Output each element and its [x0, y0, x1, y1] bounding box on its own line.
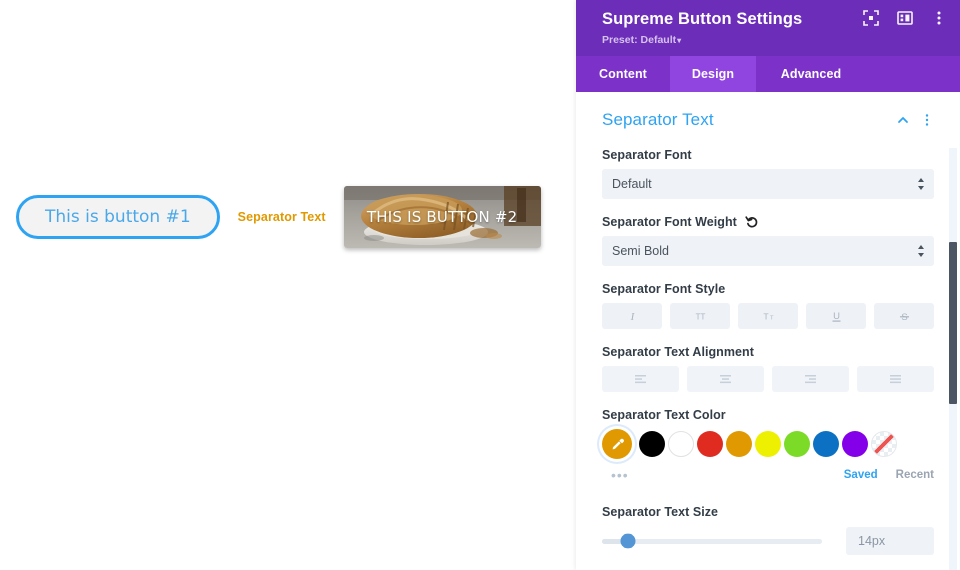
section-title: Separator Text	[602, 110, 714, 129]
separator-text-size-slider[interactable]	[602, 533, 822, 549]
italic-icon: I	[629, 311, 635, 323]
color-swatch-yellow[interactable]	[755, 431, 781, 457]
align-right-icon	[805, 375, 816, 384]
color-swatch-green[interactable]	[784, 431, 810, 457]
eyedropper-icon	[612, 438, 624, 449]
align-center-button[interactable]	[687, 366, 764, 392]
panel-scroll-content: Separator Text Separator Font Default Se…	[576, 92, 960, 555]
preview-button-two[interactable]: THIS IS BUTTON #2	[343, 186, 541, 248]
text-alignment-button-group	[602, 366, 934, 392]
panel-body: Separator Text Separator Font Default Se…	[576, 92, 960, 570]
select-arrows-icon	[918, 178, 924, 190]
field-separator-font-weight: Separator Font Weight Semi Bold	[602, 215, 934, 266]
separator-text-color-label: Separator Text Color	[602, 408, 726, 422]
separator-font-select[interactable]: Default	[602, 169, 934, 199]
separator-font-value: Default	[612, 177, 652, 191]
uppercase-button[interactable]: TT	[670, 303, 730, 329]
separator-text-size-control: 14px	[602, 527, 934, 555]
preview-button-one[interactable]: This is button #1	[16, 195, 220, 239]
settings-panel: Supreme Button Settings Preset: Default▾	[576, 0, 960, 570]
kebab-menu-icon[interactable]	[930, 9, 948, 27]
small-caps-icon: T T	[763, 311, 774, 321]
separator-font-weight-label: Separator Font Weight	[602, 215, 737, 229]
section-kebab-menu-icon[interactable]	[920, 113, 934, 127]
field-separator-font: Separator Font Default	[602, 148, 934, 199]
separator-text-alignment-label: Separator Text Alignment	[602, 345, 754, 359]
color-swatch-transparent[interactable]	[871, 431, 897, 457]
panel-tabs: Content Design Advanced	[576, 56, 960, 92]
panel-header: Supreme Button Settings Preset: Default▾	[576, 0, 960, 56]
page-canvas: This is button #1 Separator Text THIS IS…	[0, 0, 576, 570]
align-justify-button[interactable]	[857, 366, 934, 392]
color-swatch-black[interactable]	[639, 431, 665, 457]
layout-icon[interactable]	[896, 9, 914, 27]
reset-icon[interactable]	[745, 215, 759, 229]
section-header-separator-text: Separator Text	[602, 110, 934, 130]
underline-button[interactable]: U	[806, 303, 866, 329]
separator-text-size-label: Separator Text Size	[602, 505, 719, 519]
color-swatch-eyedropper[interactable]	[602, 429, 632, 459]
small-caps-button[interactable]: T T	[738, 303, 798, 329]
tab-advanced[interactable]: Advanced	[756, 56, 866, 92]
button-preview-row: This is button #1 Separator Text THIS IS…	[16, 186, 541, 248]
app-root: This is button #1 Separator Text THIS IS…	[0, 0, 960, 570]
tab-design[interactable]: Design	[670, 56, 756, 92]
italic-button[interactable]: I	[602, 303, 662, 329]
more-colors-button[interactable]: •••	[602, 468, 629, 482]
panel-scrollbar-thumb[interactable]	[949, 242, 957, 404]
panel-preset-label: Preset: Default	[602, 34, 677, 46]
svg-text:T: T	[770, 315, 774, 321]
align-left-button[interactable]	[602, 366, 679, 392]
strikethrough-icon: S	[899, 312, 909, 323]
color-swatch-white[interactable]	[668, 431, 694, 457]
preview-button-two-label: THIS IS BUTTON #2	[366, 208, 518, 226]
underline-icon: U	[832, 311, 840, 322]
color-swatch-purple[interactable]	[842, 431, 868, 457]
font-style-button-group: I TT T T U S	[602, 303, 934, 329]
preset-caret-icon: ▾	[677, 36, 682, 45]
focus-icon[interactable]	[862, 9, 880, 27]
separator-text-size-value[interactable]: 14px	[846, 527, 934, 555]
field-separator-font-style: Separator Font Style I TT T T U S	[602, 282, 934, 329]
field-separator-text-alignment: Separator Text Alignment	[602, 345, 934, 392]
field-separator-text-size: Separator Text Size 14px	[602, 505, 934, 555]
align-right-button[interactable]	[772, 366, 849, 392]
panel-header-icons	[862, 9, 948, 27]
recent-colors-tab[interactable]: Recent	[896, 469, 934, 481]
svg-text:U: U	[833, 311, 840, 322]
select-arrows-icon	[918, 245, 924, 257]
separator-font-weight-select[interactable]: Semi Bold	[602, 236, 934, 266]
align-center-icon	[720, 375, 731, 384]
separator-font-style-label: Separator Font Style	[602, 282, 726, 296]
panel-preset[interactable]: Preset: Default▾	[602, 32, 944, 49]
field-separator-text-color: Separator Text Color ••• Saved Recent	[602, 408, 934, 483]
separator-font-weight-value: Semi Bold	[612, 244, 669, 258]
separator-font-label: Separator Font	[602, 148, 692, 162]
svg-text:I: I	[629, 311, 635, 323]
color-swatch-orange[interactable]	[726, 431, 752, 457]
color-swatch-blue[interactable]	[813, 431, 839, 457]
align-justify-icon	[890, 375, 901, 384]
svg-text:T: T	[763, 311, 768, 321]
uppercase-icon: TT	[695, 312, 705, 321]
preview-button-one-label: This is button #1	[45, 207, 191, 227]
saved-colors-tab[interactable]: Saved	[844, 469, 878, 481]
color-palette-footer: ••• Saved Recent	[602, 467, 934, 483]
preview-separator-text: Separator Text	[237, 210, 326, 224]
color-swatch-row	[602, 429, 934, 459]
strikethrough-button[interactable]: S	[874, 303, 934, 329]
color-swatch-red[interactable]	[697, 431, 723, 457]
svg-text:S: S	[901, 312, 907, 323]
slider-thumb[interactable]	[620, 533, 636, 549]
tab-content[interactable]: Content	[576, 56, 670, 92]
separator-font-weight-label-row: Separator Font Weight	[602, 215, 934, 229]
panel-scrollbar-track[interactable]	[949, 148, 957, 570]
chevron-up-icon[interactable]	[896, 113, 910, 127]
svg-text:TT: TT	[695, 312, 705, 321]
align-left-icon	[635, 375, 646, 384]
